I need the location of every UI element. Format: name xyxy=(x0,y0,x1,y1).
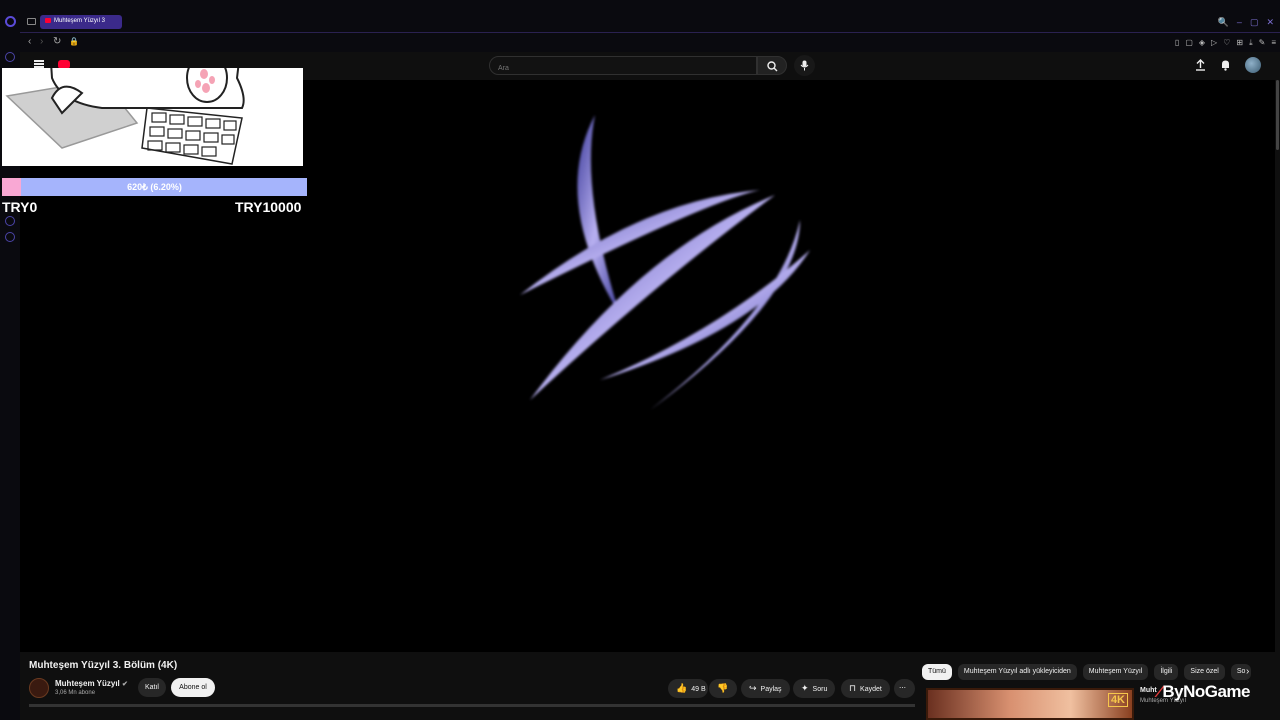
header-actions xyxy=(1195,57,1261,73)
verified-icon: ✔ xyxy=(122,681,128,688)
download-icon[interactable]: ⤓ xyxy=(1249,38,1253,48)
minimize-icon[interactable]: – xyxy=(1237,17,1242,27)
back-icon[interactable]: ‹ xyxy=(28,37,31,47)
chip-related[interactable]: İlgili xyxy=(1154,664,1179,680)
voice-search-button[interactable] xyxy=(794,55,815,76)
ask-button[interactable]: ✦ Soru xyxy=(793,679,836,698)
donation-min-label: TRY0 xyxy=(2,199,38,215)
address-bar: ‹ › ↻ 🔒 ▯ ▢ ◈ ▷ ♡ ⊞ ⤓ ✎ ≡ xyxy=(20,32,1280,52)
donation-max-label: TRY10000 xyxy=(235,199,302,215)
toolbar-icons: ▯ ▢ ◈ ▷ ♡ ⊞ ⤓ ✎ ≡ xyxy=(1175,38,1276,48)
workspace-icon[interactable] xyxy=(27,18,36,25)
like-button[interactable]: 👍 49 B xyxy=(668,679,708,698)
channel-avatar[interactable] xyxy=(29,678,49,698)
recommendation-chips: Tümü Muhteşem Yüzyıl adlı yükleyiciden M… xyxy=(922,664,1252,680)
video-title: Muhteşem Yüzyıl 3. Bölüm (4K) xyxy=(29,660,178,671)
menu-icon[interactable]: ≡ xyxy=(1271,38,1276,48)
search-box xyxy=(489,56,757,77)
watermark-logo-icon: ⁄ xyxy=(1158,682,1161,701)
search-input[interactable] xyxy=(490,60,756,77)
ai-icon[interactable]: ✎ xyxy=(1259,38,1266,48)
chip-from-uploader[interactable]: Muhteşem Yüzyıl adlı yükleyiciden xyxy=(957,664,1077,680)
share-icon: ↪ xyxy=(749,683,757,693)
tab-title: Muhteşem Yüzyıl 3 xyxy=(54,18,105,24)
chip-for-you[interactable]: Size özel xyxy=(1184,664,1225,680)
wallet-icon[interactable]: ⊞ xyxy=(1236,38,1243,48)
browser-logo-icon[interactable] xyxy=(5,16,16,27)
bongo-cat-image xyxy=(2,68,302,166)
browser-tab-bar: Muhteşem Yüzyıl 3 🔍 – ▢ ✕ xyxy=(0,0,1280,32)
microphone-icon xyxy=(800,60,809,71)
quality-badge: 4K xyxy=(1107,693,1128,707)
sidebar-aria-icon[interactable] xyxy=(5,52,15,62)
more-actions-button[interactable]: ⋯ xyxy=(894,679,915,698)
sidebar-history-icon[interactable] xyxy=(5,216,15,226)
thumbs-up-icon: 👍 xyxy=(676,683,688,693)
heart-icon[interactable]: ♡ xyxy=(1223,38,1230,48)
notifications-bell-icon[interactable] xyxy=(1220,59,1231,71)
save-button[interactable]: ⊓ Kaydet xyxy=(841,679,890,698)
hamburger-menu-icon[interactable] xyxy=(34,60,44,68)
channel-subscribers: 3,06 Mn abone xyxy=(55,690,96,696)
browser-tab[interactable]: Muhteşem Yüzyıl 3 xyxy=(40,15,122,29)
search-button[interactable] xyxy=(757,56,787,75)
sparkle-icon: ✦ xyxy=(801,683,809,693)
window-controls: 🔍 – ▢ ✕ xyxy=(1218,17,1274,27)
bongo-cat-overlay xyxy=(2,68,303,166)
join-button[interactable]: Katıl xyxy=(138,678,166,697)
close-icon[interactable]: ✕ xyxy=(1266,17,1274,27)
search-icon xyxy=(767,61,778,72)
search-tabs-icon[interactable]: 🔍 xyxy=(1218,17,1229,27)
avatar[interactable] xyxy=(1245,57,1261,73)
donation-progress-bar: 620₺ (6.20%) xyxy=(2,178,307,196)
content-divider xyxy=(29,704,915,707)
chip-all[interactable]: Tümü xyxy=(922,664,952,680)
chip-channel[interactable]: Muhteşem Yüzyıl xyxy=(1082,664,1149,680)
play-icon[interactable]: ▷ xyxy=(1211,38,1217,48)
dislike-button[interactable]: 👎 xyxy=(709,679,737,698)
upload-icon[interactable] xyxy=(1195,59,1206,71)
sidebar-settings-icon[interactable] xyxy=(5,232,15,242)
shield-icon[interactable]: ◈ xyxy=(1199,38,1205,48)
reload-icon[interactable]: ↻ xyxy=(53,37,61,47)
donation-progress-label: 620₺ (6.20%) xyxy=(127,182,182,192)
subscribe-button[interactable]: Abone ol xyxy=(171,678,215,697)
bookmark-save-icon: ⊓ xyxy=(849,683,857,693)
more-icon: ⋯ xyxy=(899,685,906,692)
lock-icon: 🔒 xyxy=(69,37,79,46)
snapshot-icon[interactable]: ▢ xyxy=(1185,38,1193,48)
channel-name[interactable]: Muhteşem Yüzyıl ✔ xyxy=(55,679,128,688)
forward-icon[interactable]: › xyxy=(40,37,43,47)
share-button[interactable]: ↪ Paylaş xyxy=(741,679,790,698)
maximize-icon[interactable]: ▢ xyxy=(1250,17,1259,27)
youtube-favicon-icon xyxy=(45,18,51,23)
bookmark-icon[interactable]: ▯ xyxy=(1175,38,1179,48)
thumbs-down-icon: 👎 xyxy=(717,683,729,693)
recommended-video-thumbnail[interactable]: 4K xyxy=(926,688,1134,720)
recommended-video-title[interactable]: Muht xyxy=(1140,687,1157,694)
streamer-watermark: ⁄ ByNoGame xyxy=(1158,682,1250,701)
page-scrollbar[interactable] xyxy=(1276,80,1279,150)
chevron-right-icon[interactable]: › xyxy=(1246,666,1249,677)
